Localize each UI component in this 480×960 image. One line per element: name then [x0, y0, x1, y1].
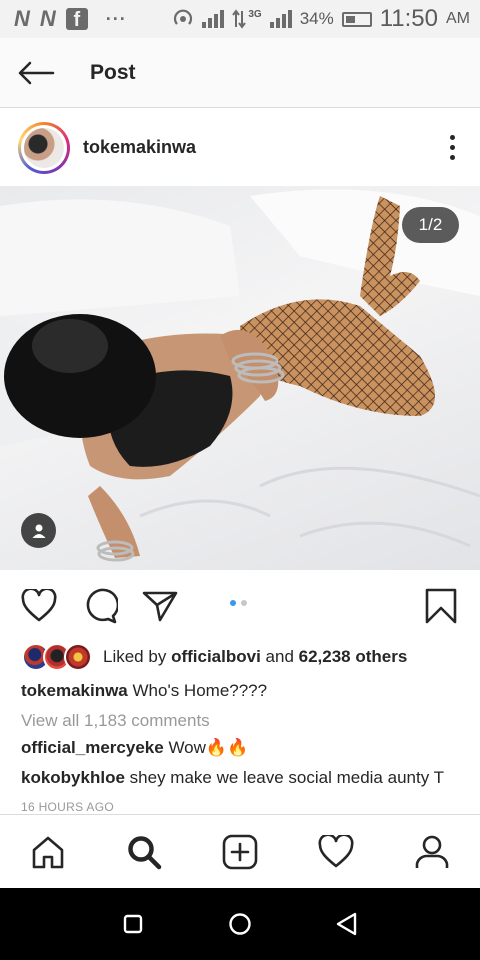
heart-icon [318, 834, 354, 867]
home-icon [32, 836, 64, 868]
liker-avatars [22, 643, 92, 671]
caption-username[interactable]: tokemakinwa [21, 681, 128, 700]
send-icon [142, 591, 178, 622]
system-indicators: 3G 34% 11:50 AM [172, 5, 470, 33]
bookmark-icon [425, 588, 457, 624]
like-button[interactable] [19, 586, 59, 626]
likes-count[interactable]: 62,238 others [299, 647, 408, 666]
action-bar [0, 578, 480, 634]
save-button[interactable] [421, 586, 461, 626]
tagged-people-button[interactable] [21, 513, 56, 548]
hotspot-icon [174, 9, 193, 25]
avatar[interactable] [18, 121, 70, 174]
battery-percent: 34% [299, 9, 334, 28]
square-icon [124, 914, 143, 934]
data-transfer-icon [232, 9, 247, 29]
status-bar: N N f ··· 3G 34% 11:50 AM [0, 0, 480, 38]
post-header: tokemakinwa [0, 109, 480, 186]
comment-icon [86, 588, 118, 624]
notification-n-icon: N [39, 6, 56, 31]
clock-time: 11:50 [379, 5, 438, 32]
carousel-dot [241, 600, 247, 606]
facebook-icon: f [65, 8, 88, 31]
bottom-tab-bar [0, 814, 480, 888]
post-image[interactable]: 1/2 [0, 186, 480, 570]
avatar-image [24, 127, 64, 168]
system-navigation-bar [0, 888, 480, 960]
comment-username[interactable]: kokobykhloe [21, 768, 125, 787]
signal-strength-icon-2 [269, 10, 292, 28]
tab-search[interactable] [114, 822, 174, 882]
tab-profile[interactable] [402, 822, 462, 882]
search-icon [128, 835, 162, 869]
post-username[interactable]: tokemakinwa [83, 137, 196, 158]
carousel-dot-active [230, 600, 236, 606]
image-counter: 1/2 [402, 207, 459, 243]
battery-icon [341, 11, 372, 27]
comment-item: official_mercyeke Wow🔥🔥 [21, 738, 248, 758]
likes-summary[interactable]: Liked by officialbovi and 62,238 others [22, 642, 407, 672]
carousel-indicator [230, 600, 247, 606]
heart-icon [21, 589, 57, 622]
comment-text: Wow🔥🔥 [168, 738, 249, 757]
post-caption: tokemakinwa Who's Home???? [21, 681, 267, 701]
avatar [64, 643, 92, 671]
clock-ampm: AM [446, 10, 470, 27]
more-notifications-icon: ··· [105, 8, 127, 29]
system-back-button[interactable] [322, 899, 372, 949]
network-type: 3G [248, 8, 262, 20]
recents-button[interactable] [108, 899, 158, 949]
liked-by-username[interactable]: officialbovi [171, 647, 261, 666]
notification-n-icon: N [14, 6, 30, 31]
signal-strength-icon [202, 10, 225, 28]
caption-text: Who's Home???? [132, 681, 268, 700]
more-options-button[interactable] [442, 128, 462, 168]
comment-button[interactable] [80, 586, 120, 626]
add-post-icon [222, 834, 258, 869]
likes-text: Liked by officialbovi and 62,238 others [103, 647, 408, 666]
post-photo-illustration [0, 189, 480, 562]
tab-activity[interactable] [306, 822, 366, 882]
arrow-left-icon [18, 61, 55, 84]
top-nav: Post [0, 38, 480, 108]
profile-icon [415, 835, 449, 868]
notification-icons: N N f ··· [14, 6, 127, 32]
triangle-back-icon [336, 912, 356, 936]
comment-text: shey make we leave social media aunty T [129, 768, 444, 787]
tab-home[interactable] [18, 822, 78, 882]
person-icon [32, 524, 45, 538]
post-timestamp: 16 HOURS AGO [21, 800, 114, 814]
comment-username[interactable]: official_mercyeke [21, 738, 164, 757]
comment-item: kokobykhloe shey make we leave social me… [21, 768, 444, 788]
tab-new-post[interactable] [210, 822, 270, 882]
view-all-comments-link[interactable]: View all 1,183 comments [21, 711, 210, 731]
home-button[interactable] [215, 899, 265, 949]
circle-icon [229, 913, 251, 935]
back-button[interactable] [0, 38, 72, 108]
share-button[interactable] [140, 586, 180, 626]
page-title: Post [90, 60, 136, 84]
